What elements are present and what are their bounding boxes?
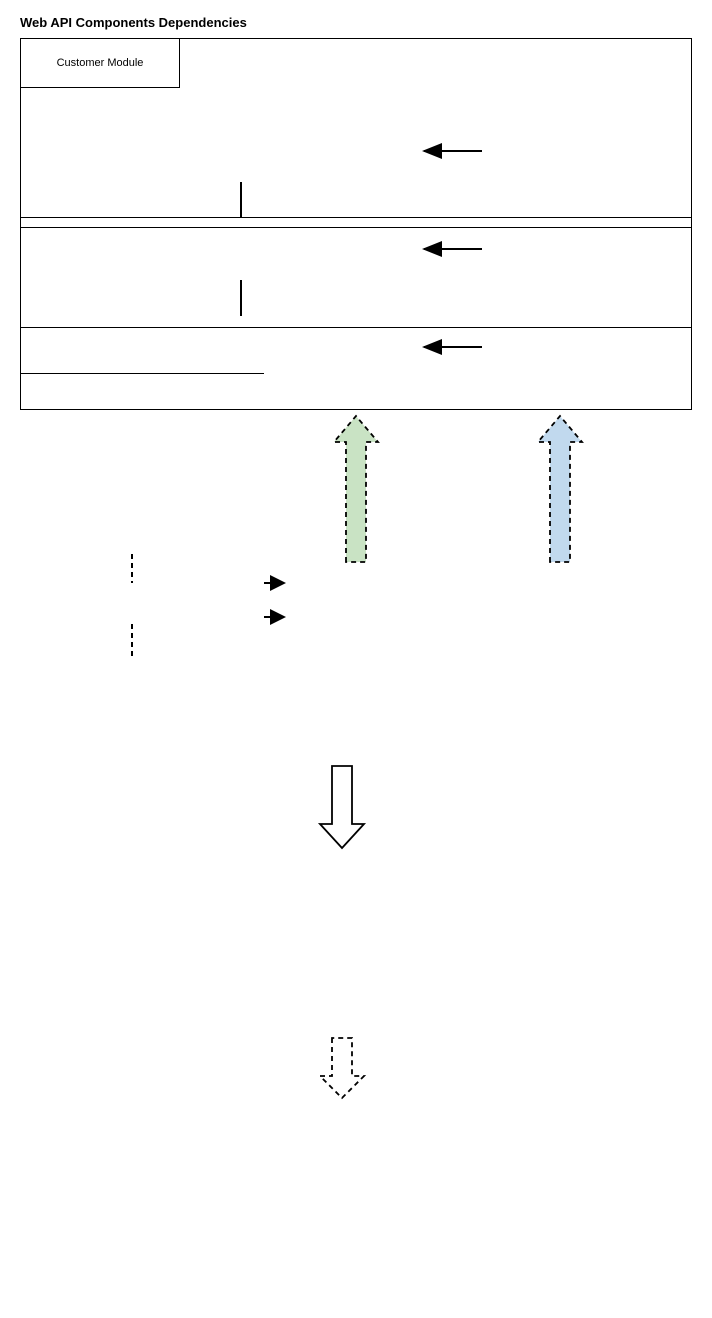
arrows-layer [20, 38, 692, 1278]
page-title: Web API Components Dependencies [20, 15, 692, 30]
diagram-canvas: Domain Models Service Contracts GraphQL … [20, 38, 692, 1278]
